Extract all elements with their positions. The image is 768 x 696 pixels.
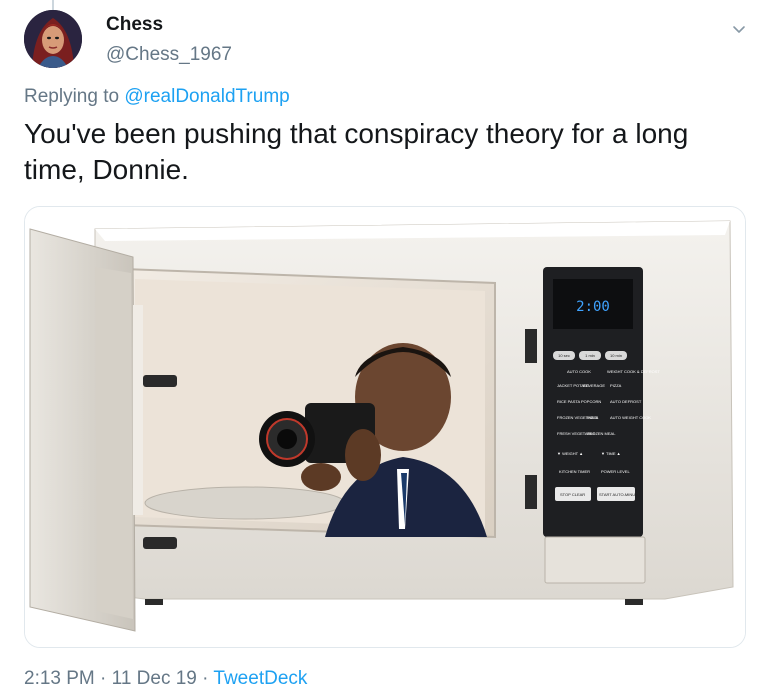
microwave-display-text: 2:00 bbox=[576, 299, 610, 315]
tweet-time[interactable]: 2:13 PM bbox=[24, 668, 95, 689]
reply-context: Replying to @realDonaldTrump bbox=[24, 86, 290, 108]
keypad-label: PIZZA bbox=[587, 415, 599, 420]
keypad-label: ▼ TIME ▲ bbox=[601, 451, 621, 456]
author-display-name[interactable]: Chess bbox=[106, 14, 163, 36]
microwave-photo: 2:00 10 sec 1 min 10 min AUTO COOK WEIGH… bbox=[25, 207, 745, 647]
keypad-label: WEIGHT COOK & DEFROST bbox=[607, 369, 660, 374]
keypad-label: KITCHEN TIMER bbox=[559, 469, 590, 474]
tweet-metadata: 2:13 PM · 11 Dec 19 · TweetDeck bbox=[24, 668, 307, 690]
keypad-label: AUTO WEIGHT COOK bbox=[610, 415, 651, 420]
keypad-top-button-0: 10 sec bbox=[558, 353, 570, 358]
keypad-stop-button: STOP CLEAR bbox=[560, 492, 585, 497]
reply-prefix: Replying to bbox=[24, 86, 125, 107]
tweet-source-link[interactable]: TweetDeck bbox=[213, 668, 307, 689]
keypad-start-button: START AUTO-MINUTE bbox=[599, 492, 641, 497]
keypad-label: RICE PASTA bbox=[557, 399, 581, 404]
keypad-label: BEVERAGE bbox=[583, 383, 605, 388]
keypad-label: AUTO DEFROST bbox=[610, 399, 642, 404]
author-handle[interactable]: @Chess_1967 bbox=[106, 44, 232, 66]
meta-separator: · bbox=[196, 668, 214, 689]
tweet-date[interactable]: 11 Dec 19 bbox=[112, 668, 197, 689]
keypad-top-button-1: 1 min bbox=[585, 353, 595, 358]
avatar[interactable] bbox=[24, 10, 82, 68]
chevron-down-icon[interactable] bbox=[730, 20, 748, 38]
meta-separator: · bbox=[94, 668, 112, 689]
keypad-top-button-2: 10 min bbox=[610, 353, 622, 358]
keypad-label: FROZEN MEAL bbox=[587, 431, 616, 436]
tweet-text: You've been pushing that conspiracy theo… bbox=[24, 118, 689, 185]
keypad-label: AUTO COOK bbox=[567, 369, 591, 374]
tweet-media-image[interactable]: 2:00 10 sec 1 min 10 min AUTO COOK WEIGH… bbox=[24, 206, 746, 648]
thread-connector-line bbox=[52, 0, 54, 10]
reply-to-mention-link[interactable]: @realDonaldTrump bbox=[124, 86, 289, 107]
avatar-image bbox=[24, 10, 82, 68]
keypad-label: POPCORN bbox=[581, 399, 601, 404]
keypad-label: PIZZA bbox=[610, 383, 622, 388]
keypad-label: ▼ WEIGHT ▲ bbox=[557, 451, 583, 456]
keypad-label: POWER LEVEL bbox=[601, 469, 630, 474]
